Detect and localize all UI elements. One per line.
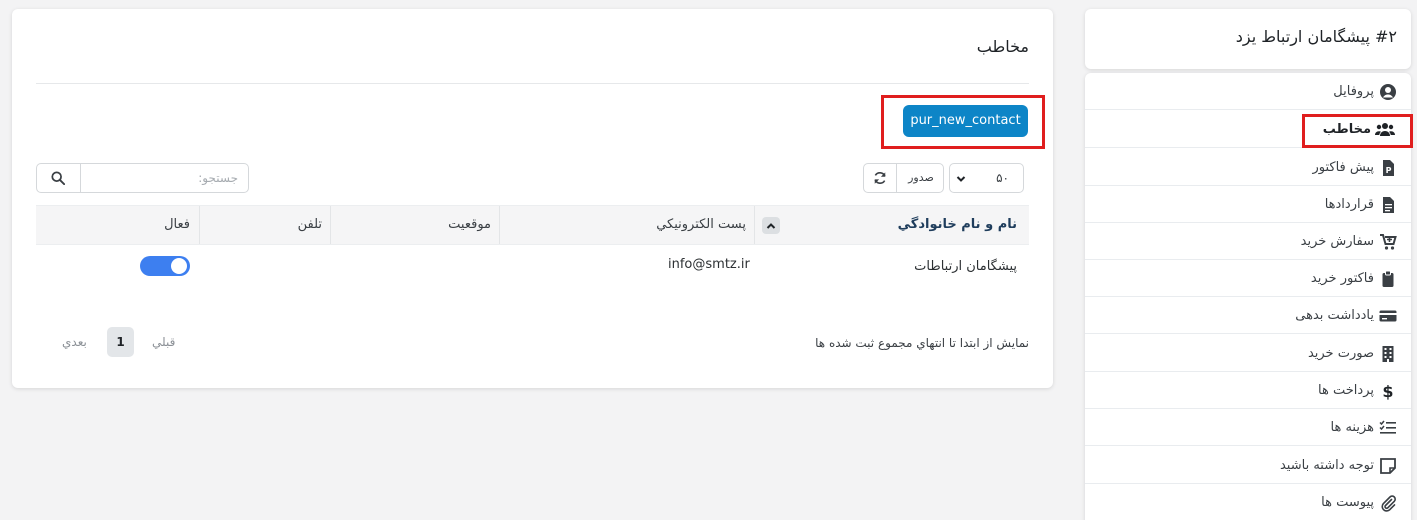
- active-toggle[interactable]: [140, 256, 190, 276]
- sidebar-item-label: صورت خرید: [1307, 346, 1374, 361]
- sidebar-item-notes[interactable]: توجه داشته باشید: [1085, 447, 1411, 484]
- paperclip-icon: [1381, 495, 1396, 512]
- sidebar-item-purchase-statements[interactable]: صورت خرید: [1085, 335, 1411, 372]
- column-divider: [330, 206, 331, 244]
- search-input[interactable]: [82, 164, 248, 192]
- pagination-prev[interactable]: قبلي: [152, 327, 175, 357]
- sidebar-item-label: پرداخت ها: [1318, 383, 1374, 398]
- page-size-value: ۵۰: [996, 171, 1009, 185]
- refresh-button[interactable]: [864, 164, 897, 192]
- table-cell-email[interactable]: info@smtz.ir: [668, 257, 750, 272]
- table-header: نام و نام خانوادگي پست الکترونيکي موقعيت…: [36, 205, 1029, 245]
- column-header-name[interactable]: نام و نام خانوادگي: [898, 206, 1017, 244]
- divider: [36, 83, 1029, 84]
- column-divider: [754, 206, 755, 244]
- refresh-icon: [874, 172, 886, 184]
- column-divider: [199, 206, 200, 244]
- sidebar-item-label: فاکتور خرید: [1310, 271, 1374, 286]
- sort-button[interactable]: [762, 217, 780, 234]
- pagination-current[interactable]: 1: [107, 327, 134, 357]
- sidebar-item-payments[interactable]: $ پرداخت ها: [1085, 372, 1411, 409]
- chevron-down-icon: [956, 176, 966, 182]
- sidebar-item-expenses[interactable]: هزینه ها: [1085, 409, 1411, 446]
- search-button[interactable]: [37, 164, 81, 192]
- user-circle-icon: [1380, 84, 1396, 100]
- sidebar-item-debit-notes[interactable]: يادداشت بدهی: [1085, 297, 1411, 334]
- column-header-email[interactable]: پست الکترونيکي: [656, 206, 746, 244]
- contacts-panel: مخاطب pur_new_contact صدور ۵۰ نام و نام …: [12, 9, 1053, 388]
- table-cell-name[interactable]: پیشگامان ارتباطات: [914, 259, 1017, 274]
- pagination-next[interactable]: بعدي: [62, 327, 87, 357]
- export-button[interactable]: صدور: [898, 164, 944, 192]
- column-divider: [499, 206, 500, 244]
- sidebar-item-contracts[interactable]: قراردادها: [1085, 186, 1411, 223]
- dollar-icon: $: [1382, 382, 1393, 400]
- chevron-up-icon: [766, 223, 776, 229]
- table-info: نمايش از ابتدا تا انتهاي مجموع ثبت شده ه…: [815, 336, 1029, 350]
- sidebar-item-purchase-orders[interactable]: سفارش خرید: [1085, 223, 1411, 260]
- sidebar-item-label: سفارش خرید: [1300, 234, 1374, 249]
- column-header-position[interactable]: موقعيت: [448, 206, 491, 244]
- page-title: مخاطب: [976, 37, 1029, 56]
- svg-text:$: $: [1382, 382, 1393, 400]
- sidebar-item-label: توجه داشته باشید: [1279, 458, 1374, 473]
- table-tools: صدور: [863, 163, 944, 193]
- sidebar-item-label: هزینه ها: [1330, 420, 1375, 435]
- search-box: [36, 163, 249, 193]
- sidebar-item-attachments[interactable]: پیوست ها: [1085, 484, 1411, 520]
- cart-plus-icon: [1380, 234, 1397, 250]
- customer-title: #۲ پیشگامان ارتباط یزد: [1235, 27, 1397, 46]
- file-p-icon: P: [1383, 160, 1394, 176]
- sidebar-item-profile[interactable]: پروفایل: [1085, 73, 1411, 110]
- credit-card-icon: [1379, 310, 1397, 322]
- sidebar-item-label: پیوست ها: [1321, 495, 1374, 510]
- sidebar-item-purchase-invoices[interactable]: فاکتور خرید: [1085, 260, 1411, 297]
- svg-text:P: P: [1386, 166, 1392, 175]
- clipboard-icon: [1382, 270, 1394, 287]
- sidebar-item-label: قراردادها: [1324, 197, 1374, 212]
- highlight-box: [1302, 114, 1413, 148]
- note-icon: [1380, 458, 1396, 474]
- sidebar-header: #۲ پیشگامان ارتباط یزد: [1085, 9, 1411, 69]
- highlight-box: [881, 95, 1045, 149]
- sidebar-item-label: يادداشت بدهی: [1295, 308, 1374, 323]
- page-size-select[interactable]: ۵۰: [949, 163, 1024, 193]
- building-icon: [1382, 346, 1394, 362]
- list-check-icon: [1379, 420, 1396, 434]
- column-header-active[interactable]: فعال: [164, 206, 190, 244]
- sidebar-item-proposals[interactable]: P پیش فاکتور: [1085, 149, 1411, 186]
- search-icon: [51, 171, 65, 185]
- file-text-icon: [1383, 197, 1394, 213]
- column-header-phone[interactable]: تلفن: [298, 206, 322, 244]
- sidebar-item-label: پیش فاکتور: [1312, 160, 1374, 175]
- sidebar-item-label: پروفایل: [1333, 84, 1374, 99]
